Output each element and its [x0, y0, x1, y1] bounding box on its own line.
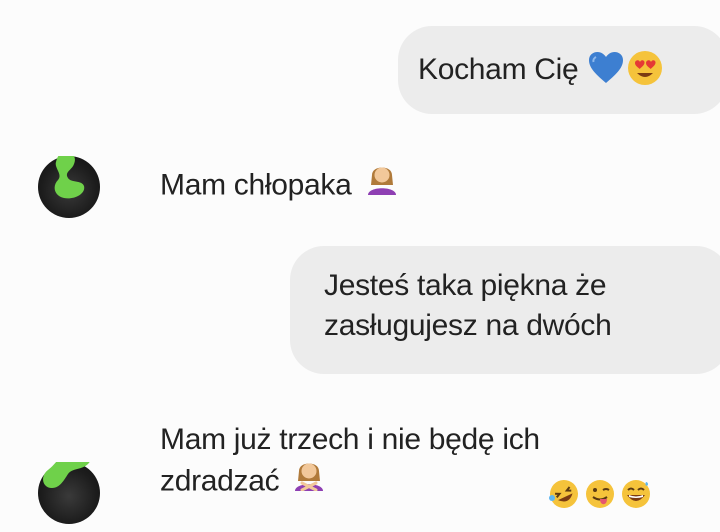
grinning-sweat-face-icon — [620, 478, 652, 515]
censor-scribble-icon — [54, 156, 85, 199]
message-line: zdradzać — [160, 464, 280, 498]
message-line: Mam już trzech i nie będę ich — [160, 423, 540, 456]
blue-heart-icon — [588, 51, 624, 90]
message-line: Jesteś taka piękna że — [324, 269, 607, 302]
message-line: zasługujesz na dwóch — [324, 309, 612, 342]
woman-shrugging-icon — [366, 161, 398, 206]
winking-tongue-face-icon — [584, 478, 616, 515]
outgoing-message[interactable]: Jesteś taka piękna że zasługujesz na dwó… — [290, 246, 720, 374]
outgoing-message[interactable]: Kocham Cię — [398, 26, 720, 114]
incoming-message[interactable]: Mam chłopaka — [160, 164, 398, 209]
rolling-laughing-face-icon — [548, 478, 580, 515]
heart-eyes-face-icon — [626, 49, 664, 92]
message-text: Kocham Cię — [418, 53, 579, 86]
avatar[interactable] — [38, 156, 100, 218]
message-text: Mam chłopaka — [160, 168, 352, 202]
avatar[interactable] — [38, 462, 100, 524]
reaction-emojis — [548, 478, 652, 515]
chat-thread: Kocham Cię Mam chłopaka Jesteś taka pięk… — [0, 0, 720, 532]
woman-gesturing-no-icon — [293, 457, 325, 502]
censor-scribble-icon — [43, 462, 90, 488]
